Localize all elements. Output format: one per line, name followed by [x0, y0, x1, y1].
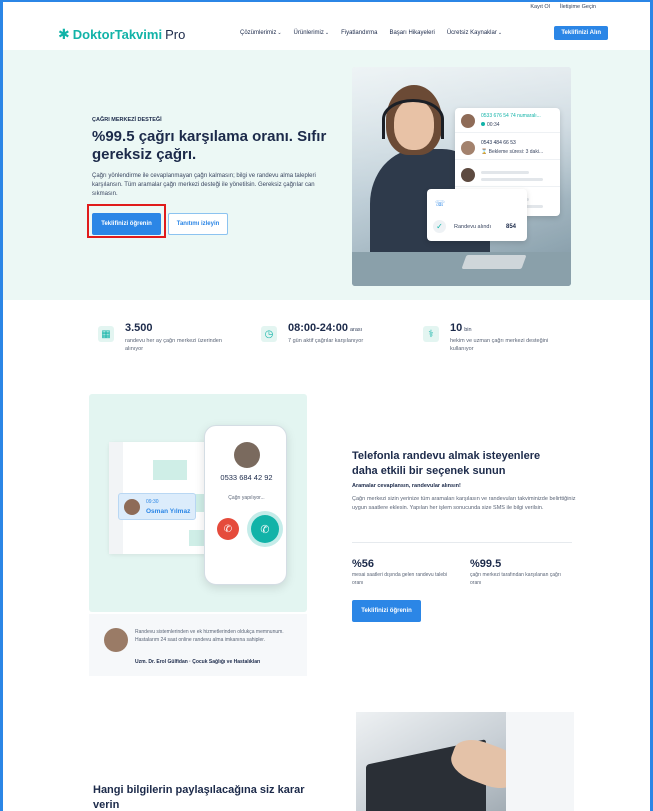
testimonial: Randevu sistemlerinden ve ek hizmetlerin… [89, 614, 307, 676]
learn-offer-button[interactable]: Teklifinizi öğrenin [92, 213, 161, 235]
stat-value: %56 [352, 558, 375, 570]
phone-icon: ☏ [435, 199, 446, 208]
call-row: 0533 676 54 74 numaralı... 00:34 [455, 108, 560, 133]
incoming-caller-card: 09:30 Osman Yılmaz [118, 493, 196, 520]
contact-link[interactable]: İletişime Geçin [560, 4, 596, 10]
call-timer: 00:34 [481, 122, 500, 128]
stat-description: mesai saatleri dışında gelen randevu tal… [352, 572, 448, 586]
stat-number: 10 [450, 322, 463, 334]
clock-icon: ◷ [261, 326, 277, 342]
section-title: Hangi bilgilerin paylaşılacağına siz kar… [93, 784, 305, 811]
phone-number: 0533 684 42 92 [220, 473, 273, 482]
section-description: Çağrı merkezi sizin yerinize tüm aramala… [352, 496, 576, 511]
nav-item-label: Çözümlerimiz [240, 30, 277, 36]
call-status: Çağrı yapılıyor... [228, 495, 265, 501]
call-phone: 0543 484 66 53 [481, 140, 516, 146]
caller-time: 09:30 [146, 499, 159, 505]
avatar [461, 141, 475, 155]
call-phone: 0533 676 54 74 numaralı... [481, 113, 541, 119]
photo-coat [506, 712, 574, 811]
stat-suffix: arası [349, 327, 363, 333]
page-frame: Kayıt Ol İletişime Geçin ✱ DoktorTakvimi… [0, 0, 653, 811]
hero-eyebrow: ÇAĞRI MERKEZİ DESTEĞİ [92, 117, 162, 123]
watch-demo-button[interactable]: Tanıtımı izleyin [168, 213, 228, 235]
decline-call-icon: ✆ [217, 518, 239, 540]
avatar [124, 499, 140, 515]
stat-description: çağrı merkezi tarafından karşılanan çağr… [470, 572, 561, 586]
divider [352, 542, 572, 543]
main-nav: ✱ DoktorTakvimi Pro Çözümlerimiz⌄ Ürünle… [58, 24, 608, 44]
stat-description: hekim ve uzman çağrı merkezi desteğini k… [450, 338, 549, 352]
call-row [455, 162, 560, 187]
placeholder-line [481, 171, 529, 174]
stat-description: 7 gün aktif çağrılar karşılanıyor [288, 338, 364, 344]
stat-value: %99.5 [470, 558, 502, 570]
appointments-card: ☏ ✓ Randevu alındı 854 [427, 189, 527, 241]
phone-illustration: 0533 684 42 92 Çağrı yapılıyor... ✆ ✆ [204, 425, 287, 585]
call-status-value: Bekleme süresi: 3 daki... [488, 149, 544, 155]
nav-item-label: Ücretsiz Kaynaklar [446, 30, 497, 36]
headset-icon [382, 99, 444, 139]
appointments-count: 854 [506, 224, 517, 230]
section-subtitle: Aramalar cevaplansın, randevular alınsın… [352, 483, 461, 489]
nav-item-products[interactable]: Ürünlerimiz⌄ [294, 30, 330, 36]
chevron-down-icon: ⌄ [497, 30, 503, 36]
appointments-label: Randevu alındı [454, 224, 491, 230]
calendar-icon: ▦ [98, 326, 114, 342]
logo-suffix: Pro [165, 26, 186, 42]
nav-item-free-resources[interactable]: Ücretsiz Kaynaklar⌄ [447, 30, 502, 36]
stat-after-hours: %56 mesai saatleri dışında gelen randevu… [352, 558, 452, 587]
avatar [461, 114, 475, 128]
testimonial-author: Uzm. Dr. Erol Gülfidan · Çocuk Sağlığı v… [135, 659, 261, 665]
get-offer-button[interactable]: Teklifinizi Alın [554, 26, 608, 40]
nav-menu: Çözümlerimiz⌄ Ürünlerimiz⌄ Fiyatlandırma… [240, 30, 502, 36]
logo-brand: DoktorTakvimi [72, 26, 163, 42]
stat-answer-rate: %99.5 çağrı merkezi tarafından karşılana… [470, 558, 570, 587]
nav-item-label: Ürünlerimiz [293, 30, 324, 36]
stat-suffix: bin [464, 327, 472, 333]
chevron-down-icon: ⌄ [277, 30, 282, 36]
avatar [234, 442, 260, 468]
live-dot-icon [481, 122, 485, 126]
logo[interactable]: ✱ DoktorTakvimi Pro [58, 27, 185, 42]
call-timer-value: 00:34 [487, 122, 500, 128]
chevron-down-icon: ⌄ [324, 30, 330, 36]
placeholder-line [481, 178, 543, 181]
top-utility-bar: Kayıt Ol İletişime Geçin [530, 4, 596, 10]
avatar [461, 168, 475, 182]
hourglass-icon: ⌛ [481, 149, 488, 155]
doctor-laptop-photo [356, 712, 574, 811]
accept-call-icon: ✆ [251, 515, 279, 543]
nav-item-solutions[interactable]: Çözümlerimiz⌄ [240, 30, 282, 36]
learn-offer-button[interactable]: Teklifinizi öğrenin [352, 600, 421, 622]
testimonial-quote: Randevu sistemlerinden ve ek hizmetlerin… [135, 629, 284, 643]
photo-keyboard [461, 255, 527, 269]
nav-item-pricing[interactable]: Fiyatlandırma [341, 30, 377, 36]
section-title: Telefonla randevu almak isteyenlere daha… [352, 450, 541, 477]
logo-star-icon: ✱ [58, 26, 70, 42]
photo-desk [352, 252, 571, 286]
call-row: 0543 484 66 53 ⌛ Bekleme süresi: 3 daki.… [455, 135, 560, 160]
nav-item-success-stories[interactable]: Başarı Hikayeleri [389, 30, 434, 36]
calendar-tile [153, 460, 187, 480]
stat-number: 3.500 [125, 322, 153, 334]
hero-title: %99.5 çağrı karşılama oranı. Sıfır gerek… [92, 128, 327, 163]
stat-value: 10 bin [450, 322, 472, 334]
avatar [104, 628, 128, 652]
call-status: ⌛ Bekleme süresi: 3 daki... [481, 149, 543, 155]
signup-link[interactable]: Kayıt Ol [530, 4, 550, 10]
check-icon: ✓ [433, 220, 446, 233]
stat-value: 3.500 [125, 322, 155, 334]
stat-value: 08:00-24:00 arası [288, 322, 362, 334]
hero-description: Çağrı yönlendirme ile cevaplanmayan çağr… [92, 173, 316, 197]
caller-name: Osman Yılmaz [146, 508, 191, 515]
stat-description: randevu her ay çağrı merkezi üzerinden a… [125, 338, 222, 352]
stat-number: 08:00-24:00 [288, 322, 348, 334]
doctor-icon: ⚕ [423, 326, 439, 342]
